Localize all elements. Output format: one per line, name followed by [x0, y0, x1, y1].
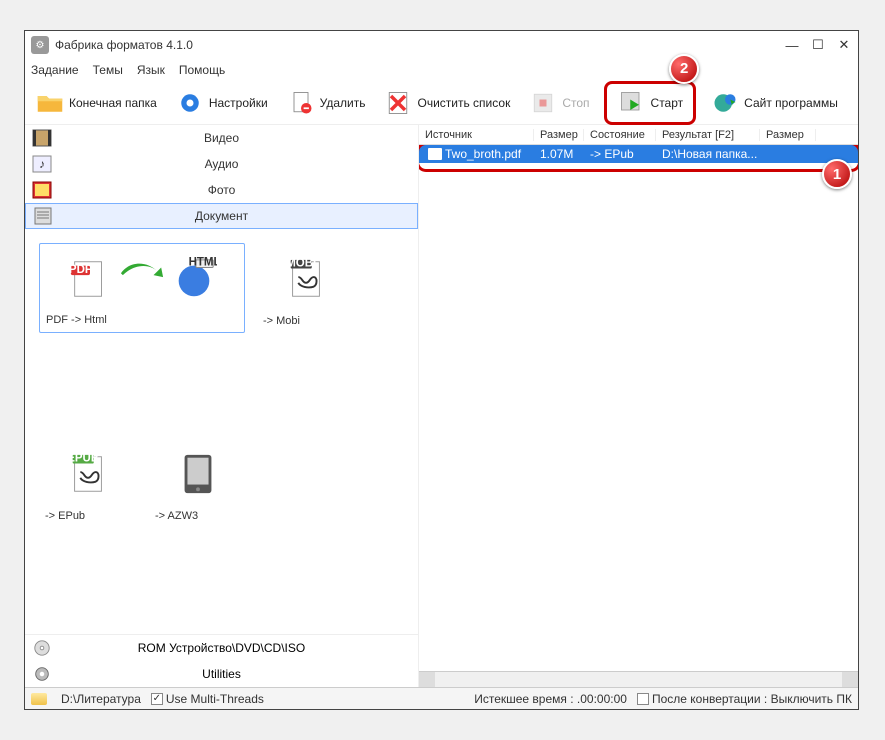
video-icon	[31, 127, 53, 149]
stop-button[interactable]: Стоп	[524, 86, 593, 120]
clear-list-label: Очистить список	[417, 96, 510, 110]
category-rom[interactable]: ROM Устройство\DVD\CD\ISO	[25, 635, 418, 661]
menu-bar: Задание Темы Язык Помощь	[25, 59, 858, 81]
delete-icon	[286, 88, 316, 118]
globe-icon	[710, 88, 740, 118]
output-folder-label: Конечная папка	[69, 96, 157, 110]
cell-source: Two_broth.pdf	[445, 147, 521, 161]
col-size2[interactable]: Размер	[760, 129, 816, 141]
col-state[interactable]: Состояние	[584, 129, 656, 141]
app-window: ⚙ Фабрика форматов 4.1.0 — ☐ ✕ Задание Т…	[24, 30, 859, 710]
svg-text:PDF: PDF	[69, 264, 92, 276]
menu-themes[interactable]: Темы	[93, 63, 123, 77]
right-panel: Источник Размер Состояние Результат [F2]…	[419, 125, 858, 687]
site-label: Сайт программы	[744, 96, 838, 110]
gear-icon	[175, 88, 205, 118]
delete-label: Удалить	[320, 96, 366, 110]
col-result[interactable]: Результат [F2]	[656, 129, 760, 141]
svg-text:MOBI: MOBI	[286, 258, 316, 270]
status-bar: D:\Литература ✓ Use Multi-Threads Истекш…	[25, 687, 858, 709]
start-icon	[617, 88, 647, 118]
menu-help[interactable]: Помощь	[179, 63, 225, 77]
svg-text:EPUB: EPUB	[67, 452, 99, 464]
col-size[interactable]: Размер	[534, 129, 584, 141]
format-azw3[interactable]: -> AZW3	[149, 438, 247, 528]
category-photo[interactable]: Фото	[25, 177, 418, 203]
left-panel: Видео ♪ Аудио Фото Документ	[25, 125, 419, 687]
table-row[interactable]: Two_broth.pdf 1.07M -> EPub D:\Новая пап…	[419, 145, 858, 163]
site-button[interactable]: Сайт программы	[706, 86, 842, 120]
title-bar: ⚙ Фабрика форматов 4.1.0 — ☐ ✕	[25, 31, 858, 59]
cell-state: -> EPub	[584, 147, 656, 161]
horizontal-scrollbar[interactable]	[419, 671, 858, 687]
svg-text:HTML: HTML	[189, 257, 217, 269]
checkbox-icon: ✓	[151, 693, 163, 705]
clear-list-icon	[383, 88, 413, 118]
audio-icon: ♪	[31, 153, 53, 175]
svg-text:♪: ♪	[39, 157, 45, 171]
settings-label: Настройки	[209, 96, 268, 110]
gear-icon	[31, 663, 53, 685]
format-grid: PDF HTML PDF -> Html MOBI -> Mobi EPUB	[25, 229, 418, 634]
category-document[interactable]: Документ	[25, 203, 418, 229]
start-button[interactable]: Старт	[613, 86, 688, 120]
document-icon	[32, 205, 54, 227]
category-utilities[interactable]: Utilities	[25, 661, 418, 687]
toolbar: Конечная папка Настройки Удалить Очистит…	[25, 81, 858, 125]
format-pdf-html[interactable]: PDF HTML PDF -> Html	[39, 243, 245, 333]
file-icon	[428, 148, 442, 160]
app-icon: ⚙	[31, 36, 49, 54]
cell-size: 1.07M	[534, 147, 584, 161]
category-audio[interactable]: ♪ Аудио	[25, 151, 418, 177]
folder-icon	[31, 693, 47, 705]
minimize-button[interactable]: —	[786, 39, 798, 51]
format-epub[interactable]: EPUB -> EPub	[39, 438, 137, 528]
maximize-button[interactable]: ☐	[812, 39, 824, 51]
bottom-categories: ROM Устройство\DVD\CD\ISO Utilities	[25, 634, 418, 687]
format-mobi[interactable]: MOBI -> Mobi	[257, 243, 355, 333]
col-source[interactable]: Источник	[419, 129, 534, 141]
content-area: Видео ♪ Аудио Фото Документ	[25, 125, 858, 687]
status-path[interactable]: D:\Литература	[61, 692, 141, 706]
menu-task[interactable]: Задание	[31, 63, 79, 77]
cell-result: D:\Новая папка...	[656, 147, 760, 161]
disc-icon	[31, 637, 53, 659]
delete-button[interactable]: Удалить	[282, 86, 370, 120]
stop-icon	[528, 88, 558, 118]
output-folder-button[interactable]: Конечная папка	[31, 86, 161, 120]
badge-2: 2	[669, 54, 699, 84]
stop-label: Стоп	[562, 96, 589, 110]
table-body: 1 Two_broth.pdf 1.07M -> EPub D:\Новая п…	[419, 145, 858, 671]
folder-icon	[35, 88, 65, 118]
start-highlight: 2 Старт	[604, 81, 697, 125]
close-button[interactable]: ✕	[838, 39, 850, 51]
table-header: Источник Размер Состояние Результат [F2]…	[419, 125, 858, 145]
category-list: Видео ♪ Аудио Фото Документ	[25, 125, 418, 229]
photo-icon	[31, 179, 53, 201]
settings-button[interactable]: Настройки	[171, 86, 272, 120]
checkbox-icon	[637, 693, 649, 705]
menu-lang[interactable]: Язык	[137, 63, 165, 77]
category-video[interactable]: Видео	[25, 125, 418, 151]
start-label: Старт	[651, 96, 684, 110]
window-title: Фабрика форматов 4.1.0	[55, 38, 786, 52]
multithread-checkbox[interactable]: ✓ Use Multi-Threads	[151, 692, 264, 706]
clear-list-button[interactable]: Очистить список	[379, 86, 514, 120]
after-convert-checkbox[interactable]: После конвертации : Выключить ПК	[637, 692, 852, 706]
badge-1: 1	[822, 159, 852, 189]
elapsed-time: Истекшее время : .00:00:00	[474, 692, 627, 706]
